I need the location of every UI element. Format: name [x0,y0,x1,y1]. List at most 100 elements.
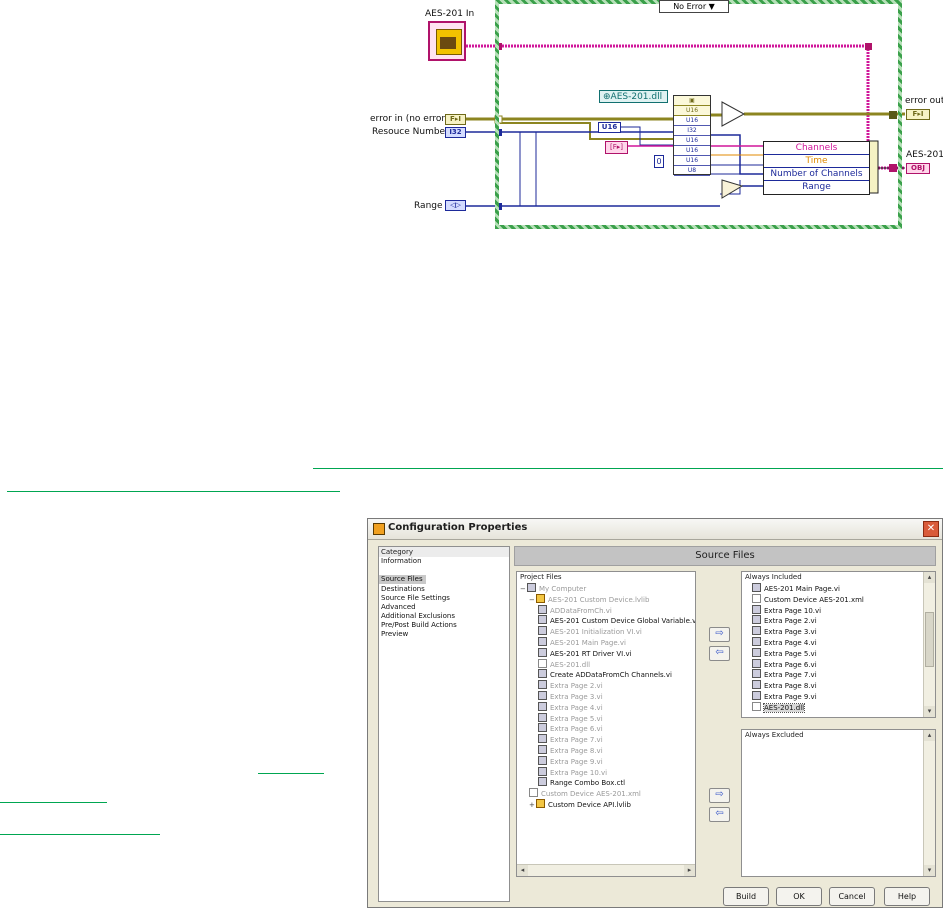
tree-item[interactable]: Extra Page 2.vi [752,615,935,626]
tree-item[interactable]: ADDataFromCh.vi [520,604,695,616]
tree-item[interactable]: AES-201 Initialization VI.vi [520,626,695,637]
tree-item[interactable]: Custom Device AES-201.xml [752,593,935,605]
help-button[interactable]: Help [884,887,930,906]
case-selector[interactable]: No Error ▼ [659,0,729,13]
tree-item[interactable]: Extra Page 7.vi [752,669,935,680]
category-item-information[interactable]: Information [379,557,509,566]
tree-item[interactable]: AES-201 Main Page.vi [520,636,695,648]
expand-icon[interactable]: + [529,800,536,810]
tree-item[interactable]: Extra Page 4.vi [520,701,695,713]
tree-item[interactable]: Extra Page 6.vi [752,658,935,670]
tree-item[interactable]: Extra Page 4.vi [752,636,935,648]
tree-item-label: Extra Page 8.vi [550,746,603,755]
dialog-title: Configuration Properties [388,522,528,533]
aes-out-terminal[interactable]: OBJ [906,163,930,174]
error-out-terminal[interactable]: F▸I [906,109,930,120]
tree-item[interactable]: AES-201 Main Page.vi [752,583,935,594]
tree-item[interactable]: AES-201 Custom Device Global Variable.vi [520,615,695,626]
tree-item-label: AES-201.dll [550,660,591,669]
dialog-title-bar[interactable]: Configuration Properties ✕ [368,519,942,540]
category-item-advanced[interactable]: Advanced [379,603,509,612]
tree-item[interactable]: − My Computer [520,583,695,594]
tree-item[interactable]: Extra Page 5.vi [752,647,935,659]
tree-item[interactable]: Range Combo Box.ctl [520,777,695,788]
vertical-scrollbar[interactable]: ▴ ▾ [923,730,935,876]
scroll-right-icon[interactable]: ▸ [684,865,695,876]
dll-node-row: U8 [674,166,710,176]
globe-icon: ⊕ [603,92,611,102]
tree-item[interactable]: Extra Page 9.vi [752,690,935,702]
tree-item[interactable]: AES-201.dll [520,658,695,670]
vi-icon [538,723,547,733]
tree-item[interactable]: Extra Page 5.vi [520,712,695,724]
range-terminal[interactable]: ◁▷ [445,200,466,211]
category-item-source-file-settings[interactable]: Source File Settings [379,594,509,603]
collapse-icon[interactable]: − [520,584,527,594]
category-item-additional-exclusions[interactable]: Additional Exclusions [379,612,509,621]
dll-node-row: U16 [674,106,710,116]
dll-node-row: I32 [674,126,710,136]
category-item-pre-post-build-actions[interactable]: Pre/Post Build Actions [379,621,509,630]
vi-icon [538,626,547,636]
chevron-down-icon: ▼ [708,2,715,11]
aes-in-control-icon[interactable] [428,21,466,61]
tree-item[interactable]: Extra Page 10.vi [520,766,695,778]
vi-icon [538,777,547,787]
tree-item[interactable]: Create ADDataFromCh Channels.vi [520,669,695,680]
tree-item[interactable]: Extra Page 6.vi [520,723,695,734]
collapse-icon[interactable]: − [529,595,536,605]
vi-icon [538,766,547,776]
vi-icon [538,636,547,646]
scroll-left-icon[interactable]: ◂ [517,865,528,876]
zero-constant[interactable]: 0 [654,155,664,168]
vi-icon [538,701,547,711]
cancel-button[interactable]: Cancel [829,887,875,906]
remove-from-included-button[interactable]: ⇦ [709,646,730,661]
tree-item[interactable]: AES-201.dll [752,701,935,713]
error-in-terminal[interactable]: F▸I [445,114,466,125]
scroll-down-icon[interactable]: ▾ [924,706,935,717]
horizontal-scrollbar[interactable]: ◂ ▸ [517,864,695,876]
tree-item[interactable]: Extra Page 8.vi [520,744,695,756]
tree-item[interactable]: Extra Page 2.vi [520,680,695,691]
tree-item[interactable]: Extra Page 3.vi [520,690,695,702]
tree-item[interactable]: Custom Device AES-201.xml [520,788,695,799]
scroll-up-icon[interactable]: ▴ [924,572,935,583]
scroll-up-icon[interactable]: ▴ [924,730,935,741]
tree-item[interactable]: Extra Page 3.vi [752,626,935,637]
tree-item[interactable]: Extra Page 9.vi [520,755,695,767]
tree-item[interactable]: − AES-201 Custom Device.lvlib [520,593,695,605]
pink-array-constant[interactable]: [F▸] [605,141,628,154]
tree-item[interactable]: Extra Page 10.vi [752,604,935,616]
category-item-preview[interactable]: Preview [379,630,509,639]
tree-item-label: Extra Page 4.vi [764,638,817,647]
call-library-function-node[interactable]: ▣ U16 U16 I32 U16 U16 U16 U8 [673,95,711,176]
remove-from-excluded-button[interactable]: ⇦ [709,807,730,822]
tree-item[interactable]: AES-201 RT Driver VI.vi [520,647,695,659]
tree-item[interactable]: + Custom Device API.lvlib [520,798,695,810]
scroll-down-icon[interactable]: ▾ [924,865,935,876]
category-item-destinations[interactable]: Destinations [379,585,509,594]
vertical-scrollbar[interactable]: ▴ ▾ [923,572,935,717]
build-button[interactable]: Build [723,887,769,906]
always-included-list[interactable]: Always Included AES-201 Main Page.vi Cust… [741,571,936,718]
tree-item[interactable]: Extra Page 7.vi [520,734,695,745]
close-button[interactable]: ✕ [923,521,939,537]
resource-number-terminal[interactable]: I32 [445,127,466,138]
dll-path-constant[interactable]: ⊕AES-201.dll [599,90,668,103]
vi-icon [752,669,761,679]
tree-item[interactable]: Extra Page 8.vi [752,680,935,691]
always-included-items: AES-201 Main Page.vi Custom Device AES-20… [742,583,935,713]
ok-button[interactable]: OK [776,887,822,906]
project-files-tree[interactable]: Project Files − My Computer − AES-201 Custo… [516,571,696,877]
bundle-by-name-node[interactable]: Channels Time Number of Channels Range [763,141,870,195]
add-to-included-button[interactable]: ⇨ [709,627,730,642]
category-item-source-files[interactable]: Source Files [379,575,426,584]
u16-constant[interactable]: U16 [598,122,621,133]
underline-decoration [7,491,340,492]
tree-item-label: Extra Page 9.vi [764,692,817,701]
vi-icon [538,604,547,614]
add-to-excluded-button[interactable]: ⇨ [709,788,730,803]
always-excluded-list[interactable]: Always Excluded ▴ ▾ [741,729,936,877]
scrollbar-thumb[interactable] [925,612,934,667]
